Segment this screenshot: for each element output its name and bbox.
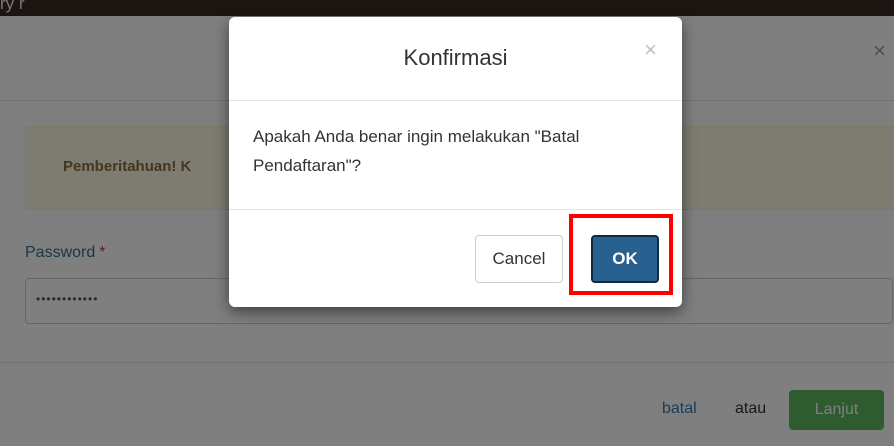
confirm-message-line-1: Apakah Anda benar ingin melakukan "Batal bbox=[253, 127, 580, 146]
ok-button[interactable]: OK bbox=[591, 235, 659, 283]
confirm-dialog-divider bbox=[229, 209, 682, 210]
close-icon[interactable]: × bbox=[644, 37, 657, 63]
confirm-dialog-title: Konfirmasi bbox=[403, 45, 508, 70]
confirm-message-line-2: Pendaftaran"? bbox=[253, 156, 362, 175]
cancel-button[interactable]: Cancel bbox=[475, 235, 563, 283]
confirm-dialog-message: Apakah Anda benar ingin melakukan "Batal… bbox=[253, 122, 673, 180]
confirm-dialog-header: Konfirmasi × bbox=[229, 17, 682, 101]
confirm-dialog: Konfirmasi × Apakah Anda benar ingin mel… bbox=[229, 17, 682, 307]
